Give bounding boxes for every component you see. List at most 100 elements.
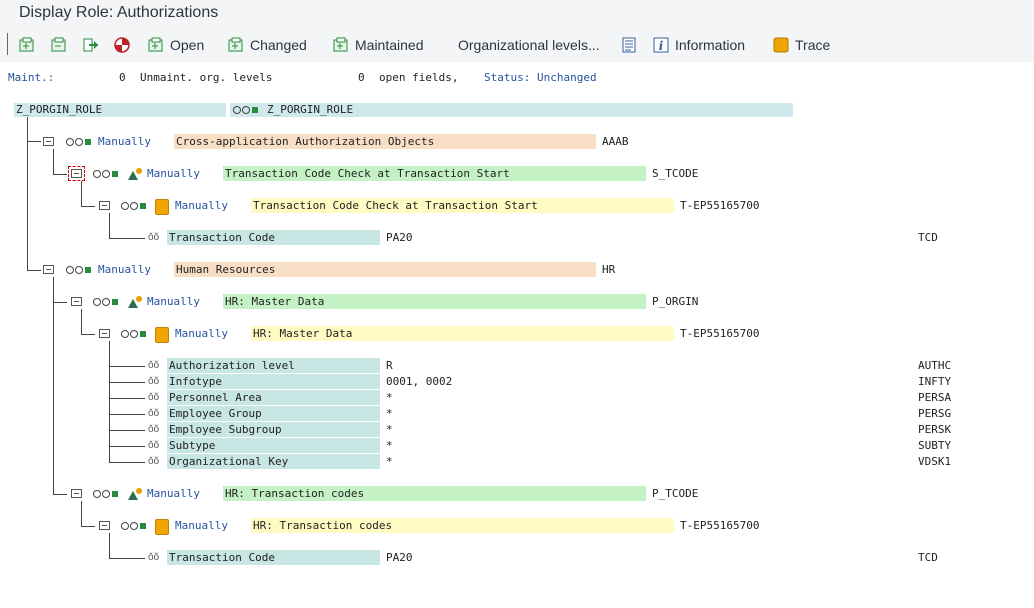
field-value: PA20: [386, 231, 413, 244]
node-text[interactable]: Transaction Code Check at Transaction St…: [225, 167, 510, 180]
authorization-icon: [155, 199, 169, 215]
display-field-icon[interactable]: ǒǒ: [148, 440, 159, 451]
display-field-icon[interactable]: ǒǒ: [148, 392, 159, 403]
field-code: SUBTY: [918, 439, 952, 452]
field-code: VDSK1: [918, 455, 952, 468]
authorization-icon: [155, 519, 169, 535]
navigate-button[interactable]: [83, 33, 105, 57]
field-code: PERSK: [918, 423, 952, 436]
status-lights-icon: [66, 266, 91, 274]
root-role-name-right: Z_PORGIN_ROLE: [267, 103, 354, 116]
display-field-icon[interactable]: ǒǒ: [148, 376, 159, 387]
open-fields-label: open fields,: [379, 71, 459, 84]
expand-all-button[interactable]: [19, 33, 41, 57]
organizational-levels-button[interactable]: Organizational levels...: [458, 33, 600, 57]
field-label: Authorization level: [169, 359, 295, 372]
collapse-node-button[interactable]: [99, 201, 110, 210]
field-code: PERSG: [918, 407, 952, 420]
display-field-icon[interactable]: ǒǒ: [148, 424, 159, 435]
node-text[interactable]: Cross-application Authorization Objects: [176, 135, 434, 148]
display-field-icon[interactable]: ǒǒ: [148, 456, 159, 467]
collapse-all-button[interactable]: [51, 33, 73, 57]
field-code: TCD: [918, 231, 938, 244]
display-field-icon[interactable]: ǒǒ: [148, 552, 159, 563]
organizational-levels-label: Organizational levels...: [458, 37, 600, 53]
changed-button[interactable]: Changed: [228, 33, 307, 57]
maintained-button[interactable]: Maintained: [333, 33, 424, 57]
field-code: TCD: [918, 551, 938, 564]
tree-line: [109, 558, 145, 559]
field-value: 0001, 0002: [386, 375, 453, 388]
status-lights-icon: [121, 202, 146, 210]
node-text[interactable]: Transaction Code Check at Transaction St…: [253, 199, 538, 212]
tree-line: [109, 238, 145, 239]
status-lights-icon: [121, 522, 146, 530]
field-label: Infotype: [169, 375, 222, 388]
expand-all-icon: [19, 37, 35, 53]
title-bar: Display Role: Authorizations: [0, 0, 1034, 29]
field-label: Personnel Area: [169, 391, 262, 404]
open-button-label: Open: [170, 37, 205, 53]
information-button[interactable]: i Information: [653, 33, 745, 57]
list-button[interactable]: [621, 33, 643, 57]
display-field-icon[interactable]: ǒǒ: [148, 408, 159, 419]
collapse-node-button[interactable]: [99, 329, 110, 338]
node-text[interactable]: Human Resources: [176, 263, 275, 276]
svg-text:i: i: [659, 39, 664, 53]
node-text[interactable]: HR: Transaction codes: [225, 487, 364, 500]
tree-line: [53, 174, 67, 175]
field-value: *: [386, 439, 393, 452]
display-field-icon[interactable]: ǒǒ: [148, 360, 159, 371]
node-code: T-EP55165700: [680, 199, 760, 212]
node-text[interactable]: HR: Master Data: [225, 295, 324, 308]
tree-line: [81, 334, 95, 335]
changed-button-label: Changed: [250, 37, 307, 53]
tree-line: [81, 309, 82, 335]
list-icon: [621, 37, 637, 53]
tree-line: [53, 302, 67, 303]
changed-node-icon: [228, 37, 244, 53]
status-lights-icon: [93, 298, 118, 306]
node-text[interactable]: HR: Transaction codes: [253, 519, 392, 532]
node-text[interactable]: HR: Master Data: [253, 327, 352, 340]
collapse-node-button[interactable]: [68, 166, 85, 181]
node-code: P_TCODE: [652, 487, 699, 500]
tree-line: [53, 149, 54, 175]
collapse-node-button[interactable]: [43, 265, 54, 274]
node-code: AAAB: [602, 135, 629, 148]
open-button[interactable]: Open: [148, 33, 204, 57]
tree-line: [53, 494, 67, 495]
tree-line: [81, 526, 95, 527]
tree-line: [109, 430, 145, 431]
status-lights-icon: [93, 170, 118, 178]
field-code: PERSA: [918, 391, 952, 404]
deactivate-button[interactable]: [114, 33, 136, 57]
node-mode: Manually: [98, 135, 151, 148]
maintained-node-icon: [333, 37, 349, 53]
collapse-node-button[interactable]: [43, 137, 54, 146]
maint-count: 0: [119, 71, 126, 84]
collapse-node-button[interactable]: [99, 521, 110, 530]
tree-line: [81, 181, 82, 207]
information-button-label: Information: [675, 37, 746, 53]
field-label: Employee Subgroup: [169, 423, 282, 436]
tree-line: [109, 398, 145, 399]
trace-icon: [773, 37, 789, 53]
collapse-node-button[interactable]: [71, 297, 82, 306]
open-fields-count: 0: [358, 71, 365, 84]
tree-line: [109, 366, 145, 367]
node-code: HR: [602, 263, 616, 276]
display-field-icon[interactable]: ǒǒ: [148, 232, 159, 243]
collapse-node-button[interactable]: [71, 489, 82, 498]
open-node-icon: [148, 37, 164, 53]
tree-line: [81, 206, 95, 207]
node-code: T-EP55165700: [680, 519, 760, 532]
trace-button[interactable]: Trace: [773, 33, 830, 57]
field-value: *: [386, 423, 393, 436]
authorization-icon: [155, 327, 169, 343]
tree-line: [27, 141, 41, 142]
field-label: Organizational Key: [169, 455, 289, 468]
field-code: INFTY: [918, 375, 952, 388]
node-mode: Manually: [98, 263, 151, 276]
root-role-name[interactable]: Z_PORGIN_ROLE: [16, 103, 102, 116]
